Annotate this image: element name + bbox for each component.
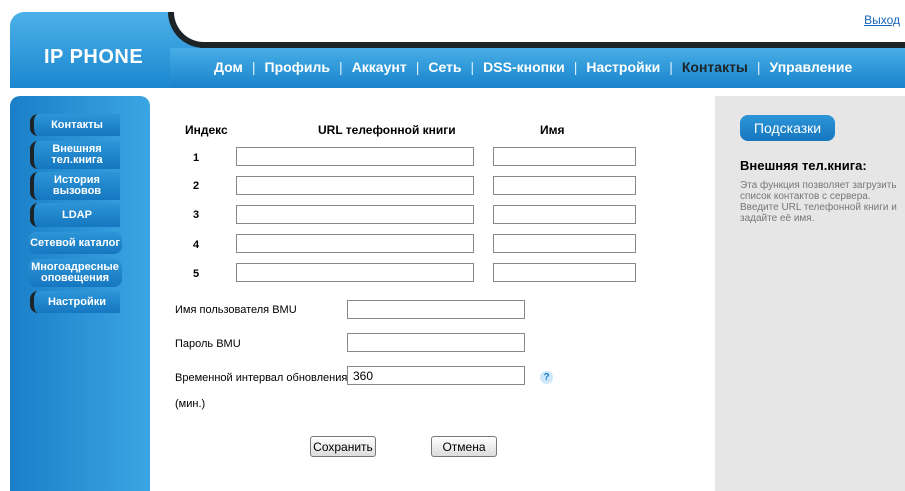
- row-index: 5: [193, 268, 200, 280]
- nav-dss-keys[interactable]: DSS-кнопки: [474, 59, 574, 75]
- nav-network[interactable]: Сеть: [419, 59, 470, 75]
- save-button[interactable]: Сохранить: [310, 436, 376, 457]
- cancel-button[interactable]: Отмена: [431, 436, 497, 457]
- row-index: 1: [193, 152, 200, 164]
- nav-settings[interactable]: Настройки: [577, 59, 669, 75]
- nav-home[interactable]: Дом: [205, 59, 252, 75]
- row-index: 3: [193, 209, 200, 221]
- name-input-5[interactable]: [493, 263, 636, 282]
- bmu-password-field[interactable]: [347, 333, 525, 352]
- main-nav: Дом | Профиль | Аккаунт | Сеть | DSS-кно…: [205, 56, 861, 78]
- nav-contacts[interactable]: Контакты: [673, 59, 757, 75]
- hints-tab: Подсказки: [740, 115, 835, 141]
- row-index: 4: [193, 239, 200, 251]
- name-input-3[interactable]: [493, 205, 636, 224]
- sidebar-item-network-directory[interactable]: Сетевой каталог: [28, 232, 122, 254]
- nav-management[interactable]: Управление: [761, 59, 862, 75]
- url-input-1[interactable]: [236, 147, 474, 166]
- sidebar-item-multicast-paging[interactable]: Многоадресные оповещения: [28, 259, 122, 287]
- url-input-5[interactable]: [236, 263, 474, 282]
- url-input-2[interactable]: [236, 176, 474, 195]
- update-interval-unit: (мин.): [175, 398, 206, 410]
- column-header-url: URL телефонной книги: [318, 123, 456, 137]
- row-index: 2: [193, 180, 200, 192]
- help-icon[interactable]: ?: [540, 371, 553, 384]
- name-input-4[interactable]: [493, 234, 636, 253]
- url-input-4[interactable]: [236, 234, 474, 253]
- sidebar-item-ldap[interactable]: LDAP: [30, 203, 120, 227]
- column-header-index: Индекс: [185, 123, 228, 137]
- logo: IP PHONE: [44, 46, 144, 68]
- bmu-username-field[interactable]: [347, 300, 525, 319]
- update-interval-field[interactable]: [347, 366, 525, 385]
- update-interval-label: Временной интервал обновления: [175, 372, 348, 384]
- url-input-3[interactable]: [236, 205, 474, 224]
- name-input-2[interactable]: [493, 176, 636, 195]
- header-divider-line: [200, 42, 905, 48]
- column-header-name: Имя: [540, 123, 565, 137]
- name-input-1[interactable]: [493, 147, 636, 166]
- hint-title: Внешняя тел.книга:: [740, 158, 867, 173]
- hint-text: Эта функция позволяет загрузить список к…: [740, 180, 897, 224]
- bmu-password-label: Пароль BMU: [175, 338, 241, 350]
- nav-profile[interactable]: Профиль: [256, 59, 340, 75]
- sidebar-item-call-history[interactable]: История вызовов: [30, 172, 120, 200]
- sidebar-item-remote-phonebook[interactable]: Внешняя тел.книга: [30, 141, 120, 169]
- hints-panel: [715, 96, 905, 491]
- nav-account[interactable]: Аккаунт: [343, 59, 416, 75]
- bmu-username-label: Имя пользователя BMU: [175, 304, 297, 316]
- sidebar-item-settings[interactable]: Настройки: [30, 291, 120, 313]
- sidebar-item-contacts[interactable]: Контакты: [30, 114, 120, 136]
